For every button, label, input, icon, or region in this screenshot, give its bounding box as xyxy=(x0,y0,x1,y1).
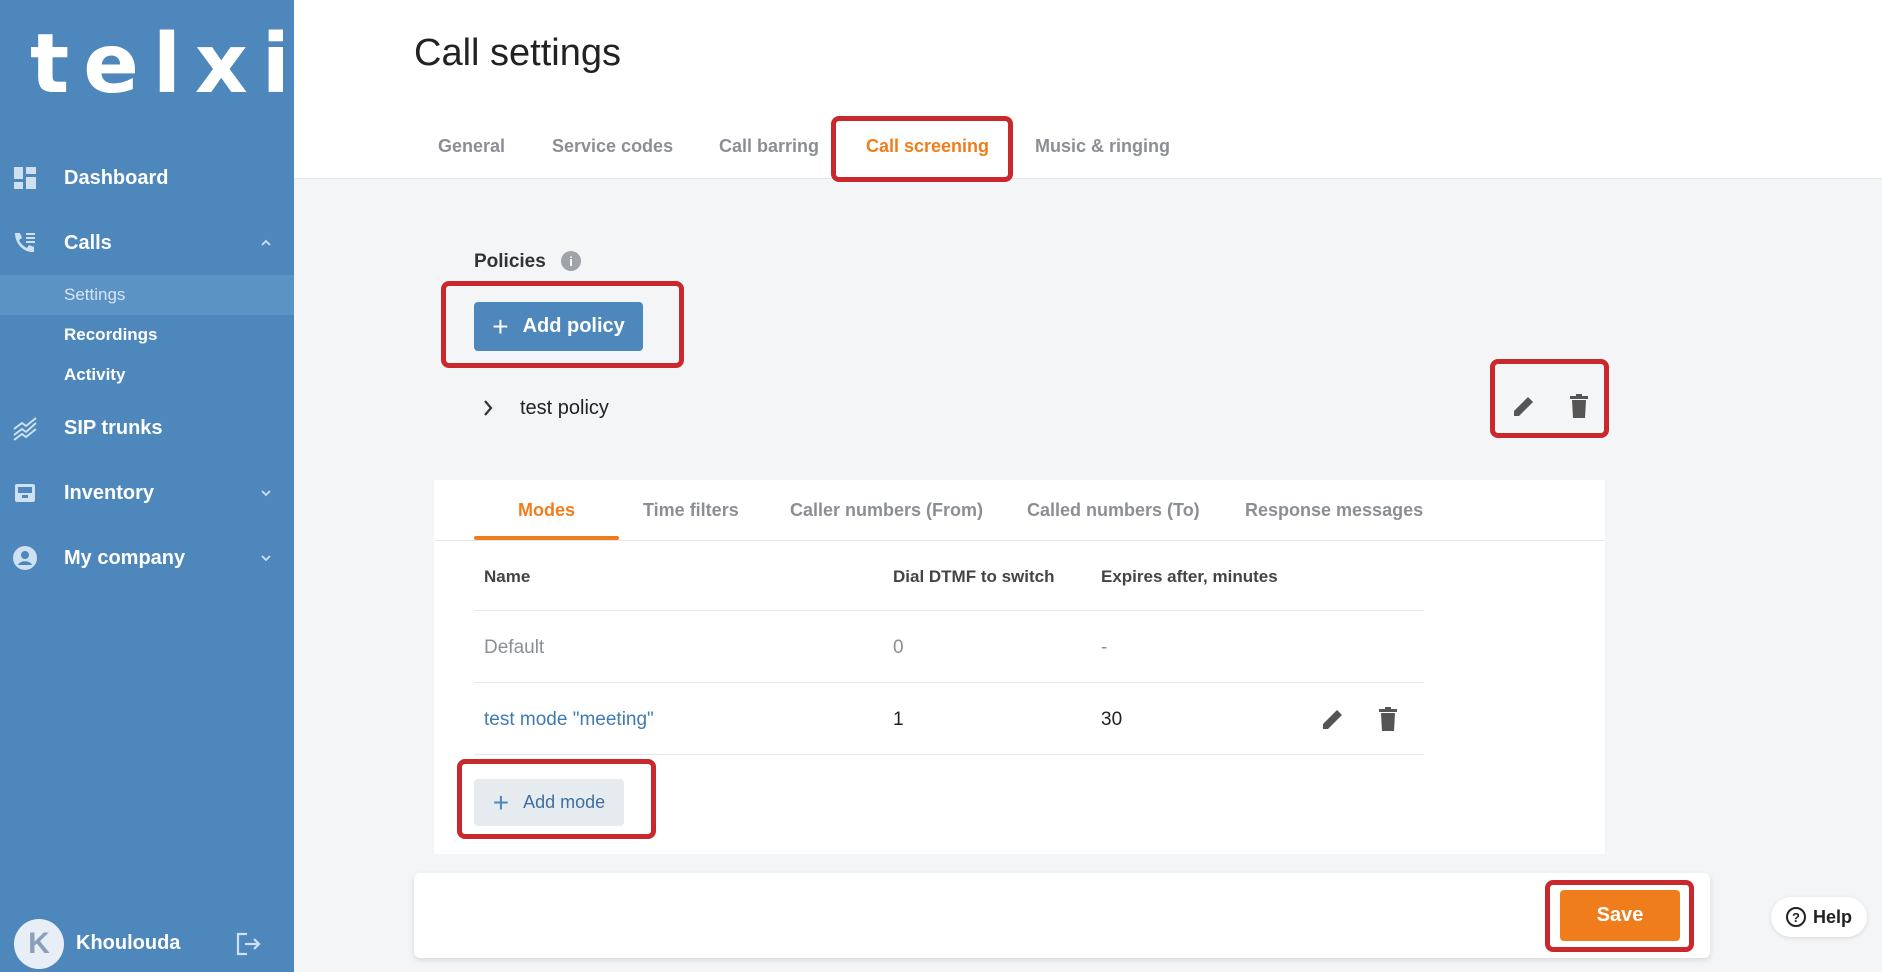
subtab-caller-numbers[interactable]: Caller numbers (From) xyxy=(790,500,983,521)
help-label: Help xyxy=(1812,906,1852,927)
inventory-icon xyxy=(12,480,38,506)
delete-policy-button[interactable] xyxy=(1563,390,1595,422)
mode-expires: 30 xyxy=(1101,709,1123,730)
tab-service-codes[interactable]: Service codes xyxy=(552,136,673,157)
column-header-dtmf[interactable]: Dial DTMF to switch xyxy=(893,567,1055,587)
tab-call-barring[interactable]: Call barring xyxy=(719,136,819,157)
subtab-response-messages[interactable]: Response messages xyxy=(1245,500,1423,521)
subtab-modes[interactable]: Modes xyxy=(518,500,575,521)
edit-mode-button[interactable] xyxy=(1317,703,1349,735)
mode-expires: - xyxy=(1101,637,1108,658)
add-mode-label: Add mode xyxy=(523,792,606,812)
user-profile[interactable]: K Khoulouda xyxy=(14,919,180,969)
sidebar-item-label: Calls xyxy=(64,231,112,254)
sidebar-subitem-activity[interactable]: Activity xyxy=(0,355,294,395)
mode-dtmf: 0 xyxy=(893,637,904,658)
footer-bar xyxy=(414,873,1710,958)
policies-title: Policies xyxy=(474,251,546,272)
pencil-icon xyxy=(1323,710,1342,729)
help-button[interactable]: ? Help xyxy=(1771,897,1867,937)
tab-music-ringing[interactable]: Music & ringing xyxy=(1035,136,1170,157)
policy-details-panel: Modes Time filters Caller numbers (From)… xyxy=(434,480,1605,854)
sidebar-item-my-company[interactable]: My company xyxy=(0,532,294,584)
chevron-down-icon xyxy=(261,555,271,562)
pencil-icon xyxy=(1514,397,1533,416)
add-mode-button[interactable]: + Add mode xyxy=(474,779,624,826)
user-circle-icon xyxy=(12,545,38,571)
sidebar-item-calls[interactable]: Calls xyxy=(0,217,294,269)
sip-trunks-icon xyxy=(12,415,38,441)
plus-icon: + xyxy=(492,786,510,818)
sidebar-item-inventory[interactable]: Inventory xyxy=(0,467,294,519)
column-header-expires[interactable]: Expires after, minutes xyxy=(1101,567,1278,587)
chevron-right-icon[interactable] xyxy=(474,394,502,422)
sidebar-item-label: Inventory xyxy=(64,481,155,504)
sidebar-subitem-recordings[interactable]: Recordings xyxy=(0,315,294,355)
tab-call-screening[interactable]: Call screening xyxy=(866,136,989,157)
column-header-name[interactable]: Name xyxy=(484,567,530,587)
policy-name: test policy xyxy=(520,396,609,419)
tab-general[interactable]: General xyxy=(438,136,505,157)
subtab-time-filters[interactable]: Time filters xyxy=(643,500,739,521)
phone-list-icon xyxy=(12,230,38,256)
mode-dtmf: 1 xyxy=(893,709,904,730)
sidebar-item-dashboard[interactable]: Dashboard xyxy=(0,152,294,204)
mode-name: Default xyxy=(484,637,545,658)
avatar: K xyxy=(14,919,64,969)
dashboard-icon xyxy=(12,165,38,191)
sidebar-subitem-label: Activity xyxy=(64,365,126,384)
chevron-up-icon xyxy=(261,239,271,246)
sidebar-subitem-label: Settings xyxy=(64,285,126,304)
policy-subtabs: Modes Time filters Caller numbers (From)… xyxy=(434,480,1605,541)
sidebar-subitem-label: Recordings xyxy=(64,325,158,344)
logout-icon[interactable] xyxy=(234,930,262,958)
user-name: Khoulouda xyxy=(76,932,181,954)
delete-mode-button[interactable] xyxy=(1372,703,1404,735)
sidebar-item-label: SIP trunks xyxy=(64,416,163,439)
save-button[interactable]: Save xyxy=(1560,890,1680,941)
divider xyxy=(474,610,1424,611)
active-tab-indicator xyxy=(474,536,619,540)
add-policy-label: Add policy xyxy=(522,315,625,337)
mode-name-link[interactable]: test mode "meeting" xyxy=(484,709,654,731)
add-policy-button[interactable]: + Add policy xyxy=(474,302,643,351)
trash-icon xyxy=(1570,394,1588,418)
chevron-down-icon xyxy=(261,490,271,497)
divider xyxy=(474,754,1424,755)
sidebar: telxi Dashboard Calls Settings Recording… xyxy=(0,0,294,972)
edit-policy-button[interactable] xyxy=(1508,390,1540,422)
subtab-called-numbers[interactable]: Called numbers (To) xyxy=(1027,500,1200,521)
policy-row[interactable]: test policy xyxy=(474,390,609,426)
divider xyxy=(474,682,1424,683)
sidebar-subitem-settings[interactable]: Settings xyxy=(0,275,294,315)
info-icon[interactable]: i xyxy=(561,251,581,271)
sidebar-item-sip-trunks[interactable]: SIP trunks xyxy=(0,402,294,454)
help-icon: ? xyxy=(1785,907,1806,927)
sidebar-item-label: My company xyxy=(64,546,186,569)
page-header: Call settings General Service codes Call… xyxy=(294,0,1882,179)
sidebar-item-label: Dashboard xyxy=(64,166,169,189)
plus-icon: + xyxy=(492,310,509,342)
page-title: Call settings xyxy=(414,32,621,74)
telxi-logo[interactable]: telxi xyxy=(30,20,304,110)
trash-icon xyxy=(1379,707,1397,731)
